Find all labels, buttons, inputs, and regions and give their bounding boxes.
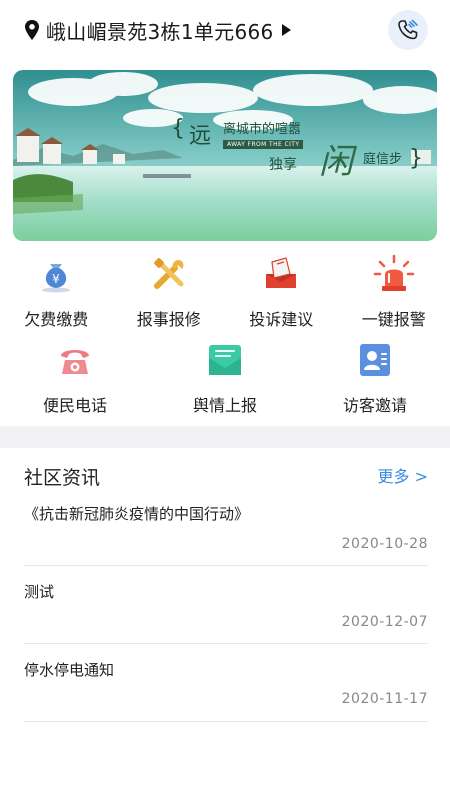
row-separator [24, 643, 428, 644]
more-link[interactable]: 更多 > [378, 463, 429, 487]
news-item[interactable]: 测试 2020-12-07 [24, 581, 428, 645]
triangle-right-icon [281, 24, 291, 36]
location-pin-icon [25, 20, 39, 40]
banner-text-english: AWAY FROM THE CITY [223, 140, 304, 149]
news-item[interactable]: 《抗击新冠肺炎疫情的中国行动》 2020-10-28 [24, 503, 428, 567]
service-public-opinion-report[interactable]: 舆情上报 [150, 338, 300, 416]
location-selector[interactable]: 峨山嵋景苑3栋1单元666 [24, 14, 291, 46]
news-item-title: 停水停电通知 [24, 661, 115, 679]
service-report-repair[interactable]: 报事报修 [113, 252, 226, 330]
banner-brace-left: { [171, 116, 185, 141]
service-visitor-invite[interactable]: 访客邀请 [300, 338, 450, 416]
banner-slogan: { 远 离城市的喧嚣 AWAY FROM THE CITY 独享 闲 庭信步 } [171, 112, 423, 182]
banner-text-duxiang: 独享 [269, 157, 297, 173]
section-divider [0, 426, 450, 448]
service-complaint-suggestion[interactable]: 投诉建议 [225, 252, 338, 330]
banner-text-yuan: 远 [189, 124, 212, 149]
banner-brace-right: } [409, 146, 423, 171]
row-separator [24, 565, 428, 566]
promo-banner[interactable]: { 远 离城市的喧嚣 AWAY FROM THE CITY 独享 闲 庭信步 } [13, 70, 437, 241]
phone-icon [53, 338, 97, 382]
news-item-date: 2020-11-17 [341, 691, 428, 707]
news-item[interactable]: 停水停电通知 2020-11-17 [24, 659, 428, 723]
visitor-icon [353, 338, 397, 382]
services-row-2: 便民电话 舆情上报 访客邀请 [0, 338, 450, 416]
banner-text-xian: 闲 [319, 142, 353, 182]
service-label: 便民电话 [42, 396, 107, 415]
money-bag-icon: ¥ [34, 252, 78, 296]
news-item-title: 《抗击新冠肺炎疫情的中国行动》 [24, 505, 250, 523]
service-label: 舆情上报 [192, 396, 257, 415]
news-item-title: 测试 [24, 583, 55, 601]
banner-text-tingxinbu: 庭信步 [363, 152, 403, 167]
news-item-date: 2020-12-07 [341, 614, 428, 630]
service-label: 访客邀请 [342, 396, 407, 415]
location-text: 峨山嵋景苑3栋1单元666 [46, 19, 274, 44]
service-label: 欠费缴费 [24, 310, 89, 329]
news-header: 社区资讯 更多 > [24, 463, 428, 489]
news-item-date: 2020-10-28 [341, 536, 428, 552]
top-bar: 峨山嵋景苑3栋1单元666 [0, 0, 450, 62]
mail-report-icon [203, 338, 247, 382]
phone-call-button[interactable] [388, 10, 428, 50]
alarm-icon [372, 252, 416, 296]
service-convenience-phone[interactable]: 便民电话 [0, 338, 150, 416]
news-section-title: 社区资讯 [24, 467, 101, 489]
service-label: 投诉建议 [249, 310, 314, 329]
service-arrears-payment[interactable]: ¥ 欠费缴费 [0, 252, 113, 330]
row-separator [24, 721, 428, 722]
services-row-1: ¥ 欠费缴费 报事报修 投诉建议 一键报警 [0, 252, 450, 330]
service-one-click-alarm[interactable]: 一键报警 [338, 252, 450, 330]
service-label: 报事报修 [136, 310, 201, 329]
svg-text:¥: ¥ [52, 272, 60, 286]
phone-call-icon [398, 19, 418, 40]
service-label: 一键报警 [361, 310, 426, 329]
banner-text-small: 离城市的喧嚣 [223, 122, 302, 137]
feedback-icon [259, 252, 303, 296]
tools-icon [147, 252, 191, 296]
